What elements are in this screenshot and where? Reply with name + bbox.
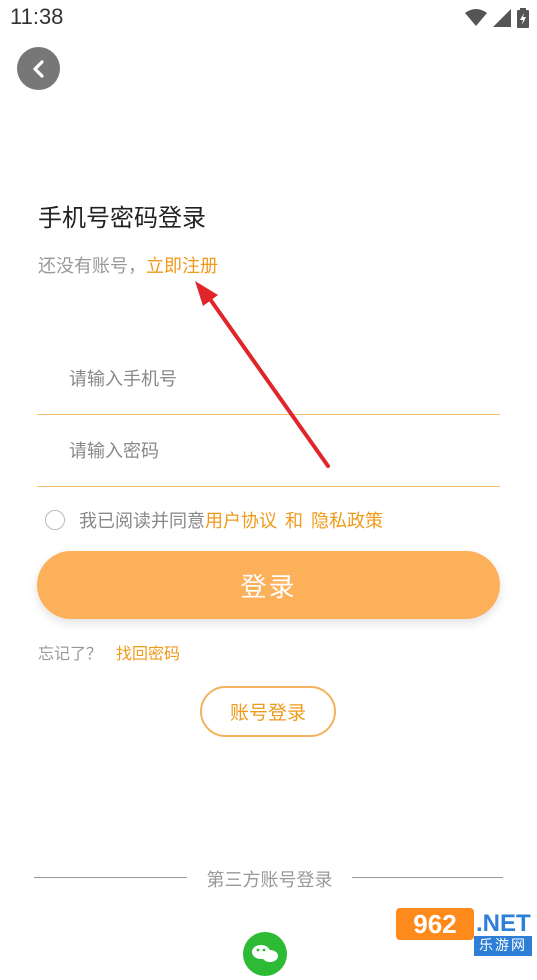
third-party-label: 第三方账号登录 — [206, 870, 333, 891]
register-link[interactable]: 立即注册 — [146, 256, 218, 277]
watermark-962: 962 — [396, 908, 474, 940]
account-login-button[interactable]: 账号登录 — [200, 686, 336, 737]
forgot-text: 忘记了？ — [38, 644, 103, 663]
wechat-icon — [252, 945, 278, 962]
and-text: 和 — [285, 511, 303, 532]
site-watermark: 962 .NET 乐游网 — [396, 908, 537, 956]
recover-password-link[interactable]: 找回密码 — [116, 644, 180, 663]
back-button[interactable] — [17, 47, 60, 90]
register-row: 还没有账号，立即注册 — [38, 252, 218, 278]
watermark-cn: 乐游网 — [474, 936, 532, 956]
agreement-checkbox[interactable] — [45, 510, 65, 530]
signal-icon — [493, 9, 511, 27]
chevron-left-icon — [32, 59, 44, 78]
wifi-icon — [465, 9, 487, 26]
login-button[interactable]: 登录 — [37, 551, 500, 619]
agreement-row: 我已阅读并同意 用户协议 和 隐私政策 — [45, 508, 383, 532]
divider-left — [34, 877, 187, 878]
phone-field — [37, 342, 500, 416]
password-field — [37, 414, 500, 488]
agreement-text: 我已阅读并同意 — [79, 511, 205, 532]
password-input[interactable] — [67, 414, 491, 488]
status-icons — [465, 8, 529, 28]
phone-input[interactable] — [67, 342, 491, 416]
battery-icon — [517, 8, 529, 28]
no-account-text: 还没有账号， — [38, 256, 146, 277]
page-title: 手机号密码登录 — [38, 204, 206, 232]
status-bar: 11:38 — [0, 0, 537, 36]
privacy-policy-link[interactable]: 隐私政策 — [311, 507, 383, 533]
divider-right — [352, 877, 503, 878]
status-time: 11:38 — [10, 4, 64, 29]
wechat-login-button[interactable] — [243, 932, 287, 976]
user-agreement-link[interactable]: 用户协议 — [205, 507, 277, 533]
forgot-row: 忘记了？ 找回密码 — [38, 640, 180, 664]
watermark-net: .NET — [476, 910, 531, 937]
